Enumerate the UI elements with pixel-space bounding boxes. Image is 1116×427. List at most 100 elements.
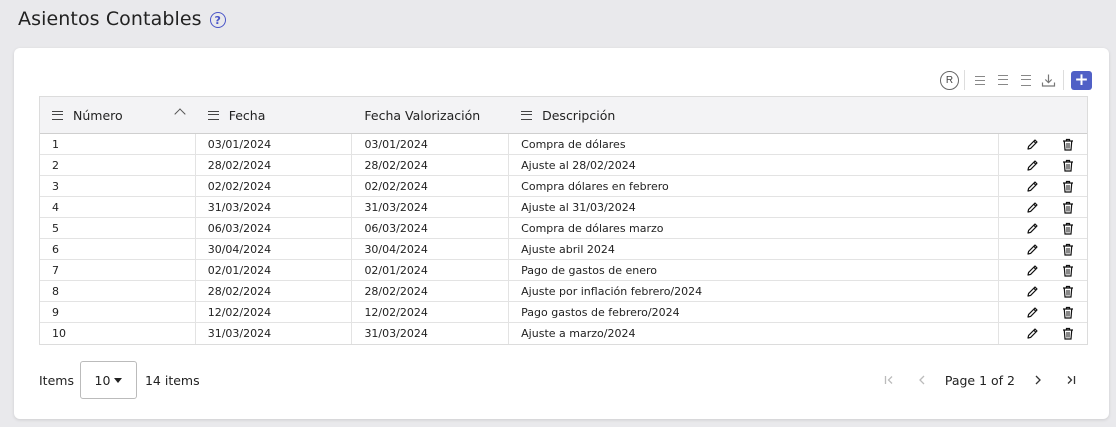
first-page-icon — [885, 376, 893, 384]
table-row[interactable]: 5 06/03/2024 06/03/2024 Compra de dólare… — [40, 218, 1087, 239]
column-header-label: Número — [73, 107, 123, 123]
cell-fecha: 12/02/2024 — [196, 302, 353, 322]
cell-numero: 7 — [40, 260, 196, 280]
delete-icon[interactable] — [1060, 283, 1076, 299]
table-row[interactable]: 2 28/02/2024 28/02/2024 Ajuste al 28/02/… — [40, 155, 1087, 176]
cell-numero: 10 — [40, 323, 196, 344]
cell-descripcion: Ajuste abril 2024 — [509, 239, 1000, 259]
add-button[interactable]: + — [1071, 70, 1092, 90]
table-row[interactable]: 1 03/01/2024 03/01/2024 Compra de dólare… — [40, 134, 1087, 155]
density-comfortable-button[interactable] — [1014, 69, 1037, 91]
delete-icon[interactable] — [1060, 199, 1076, 215]
next-page-button[interactable] — [1021, 365, 1054, 395]
page-size-select[interactable]: 10 — [79, 361, 137, 399]
cell-numero: 6 — [40, 239, 196, 259]
cell-actions — [999, 239, 1087, 259]
column-header-descripcion[interactable]: Descripción — [509, 97, 999, 133]
column-menu-icon[interactable] — [52, 110, 63, 120]
table-row[interactable]: 9 12/02/2024 12/02/2024 Pago gastos de f… — [40, 302, 1087, 323]
cell-actions — [999, 155, 1087, 175]
column-header-fecha[interactable]: Fecha — [196, 97, 353, 133]
cell-numero: 9 — [40, 302, 196, 322]
delete-icon[interactable] — [1060, 178, 1076, 194]
edit-icon[interactable] — [1024, 326, 1040, 342]
delete-icon[interactable] — [1060, 304, 1076, 320]
cell-fecha: 03/01/2024 — [196, 134, 353, 154]
cell-fecha: 31/03/2024 — [196, 323, 353, 344]
edit-icon[interactable] — [1024, 262, 1040, 278]
items-count: 14 items — [144, 372, 200, 388]
density-compact-button[interactable] — [968, 69, 991, 91]
grid-body: 1 03/01/2024 03/01/2024 Compra de dólare… — [40, 134, 1087, 344]
last-page-icon — [1067, 376, 1075, 384]
cell-numero: 1 — [40, 134, 196, 154]
cell-descripcion: Pago de gastos de enero — [509, 260, 1000, 280]
reset-columns-icon: R — [940, 70, 959, 90]
pager: Page 1 of 2 — [873, 365, 1087, 395]
cell-descripcion: Compra de dólares marzo — [509, 218, 1000, 238]
density-comfortable-icon — [1020, 74, 1031, 86]
column-header-label: Fecha — [228, 107, 266, 123]
table-row[interactable]: 3 02/02/2024 02/02/2024 Compra dólares e… — [40, 176, 1087, 197]
table-row[interactable]: 8 28/02/2024 28/02/2024 Ajuste por infla… — [40, 281, 1087, 302]
last-page-button[interactable] — [1054, 365, 1087, 395]
delete-icon[interactable] — [1060, 326, 1076, 342]
cell-fecha-valorizacion: 28/02/2024 — [352, 281, 510, 301]
column-header-numero[interactable]: Número — [40, 97, 196, 133]
table-row[interactable]: 6 30/04/2024 30/04/2024 Ajuste abril 202… — [40, 239, 1087, 260]
previous-page-button[interactable] — [906, 365, 939, 395]
delete-icon[interactable] — [1060, 262, 1076, 278]
cell-numero: 2 — [40, 155, 196, 175]
cell-fecha: 02/02/2024 — [196, 176, 353, 196]
table-row[interactable]: 4 31/03/2024 31/03/2024 Ajuste al 31/03/… — [40, 197, 1087, 218]
reset-columns-button[interactable]: R — [938, 69, 961, 91]
download-icon — [1041, 74, 1056, 87]
density-normal-button[interactable] — [991, 69, 1014, 91]
download-button[interactable] — [1037, 69, 1060, 91]
edit-icon[interactable] — [1024, 199, 1040, 215]
items-per-page-label: Items — [39, 372, 74, 388]
sort-ascending-icon[interactable] — [174, 108, 186, 120]
cell-numero: 3 — [40, 176, 196, 196]
column-header-fecha-valorizacion[interactable]: Fecha Valorización — [352, 97, 509, 133]
column-header-actions — [999, 97, 1087, 133]
edit-icon[interactable] — [1024, 220, 1040, 236]
column-header-label: Descripción — [542, 107, 616, 123]
cell-descripcion: Ajuste por inflación febrero/2024 — [509, 281, 1000, 301]
cell-numero: 4 — [40, 197, 196, 217]
data-grid: Número Fecha Fecha Valorización Descripc… — [39, 96, 1088, 345]
toolbar-divider — [964, 70, 965, 90]
table-row[interactable]: 10 31/03/2024 31/03/2024 Ajuste a marzo/… — [40, 323, 1087, 344]
cell-descripcion: Ajuste al 31/03/2024 — [509, 197, 1000, 217]
cell-actions — [999, 281, 1087, 301]
page-title: Asientos Contables — [18, 8, 202, 30]
delete-icon[interactable] — [1060, 136, 1076, 152]
column-header-label: Fecha Valorización — [364, 107, 481, 123]
table-row[interactable]: 7 02/01/2024 02/01/2024 Pago de gastos d… — [40, 260, 1087, 281]
column-menu-icon[interactable] — [521, 110, 533, 120]
edit-icon[interactable] — [1024, 304, 1040, 320]
chevron-right-icon — [1035, 375, 1041, 385]
first-page-button[interactable] — [873, 365, 906, 395]
delete-icon[interactable] — [1060, 241, 1076, 257]
density-normal-icon — [997, 75, 1008, 85]
cell-actions — [999, 176, 1087, 196]
cell-fecha: 31/03/2024 — [196, 197, 353, 217]
delete-icon[interactable] — [1060, 220, 1076, 236]
density-compact-icon — [974, 75, 985, 85]
page-header: Asientos Contables ? — [18, 8, 226, 30]
edit-icon[interactable] — [1024, 178, 1040, 194]
cell-fecha: 06/03/2024 — [196, 218, 353, 238]
cell-fecha: 28/02/2024 — [196, 155, 353, 175]
help-icon[interactable]: ? — [209, 12, 226, 28]
column-menu-icon[interactable] — [207, 110, 219, 120]
grid-toolbar: R + — [938, 69, 1092, 91]
edit-icon[interactable] — [1024, 136, 1040, 152]
edit-icon[interactable] — [1024, 283, 1040, 299]
cell-fecha: 28/02/2024 — [196, 281, 353, 301]
cell-fecha-valorizacion: 28/02/2024 — [352, 155, 510, 175]
delete-icon[interactable] — [1060, 157, 1076, 173]
edit-icon[interactable] — [1024, 157, 1040, 173]
edit-icon[interactable] — [1024, 241, 1040, 257]
cell-fecha: 30/04/2024 — [196, 239, 353, 259]
